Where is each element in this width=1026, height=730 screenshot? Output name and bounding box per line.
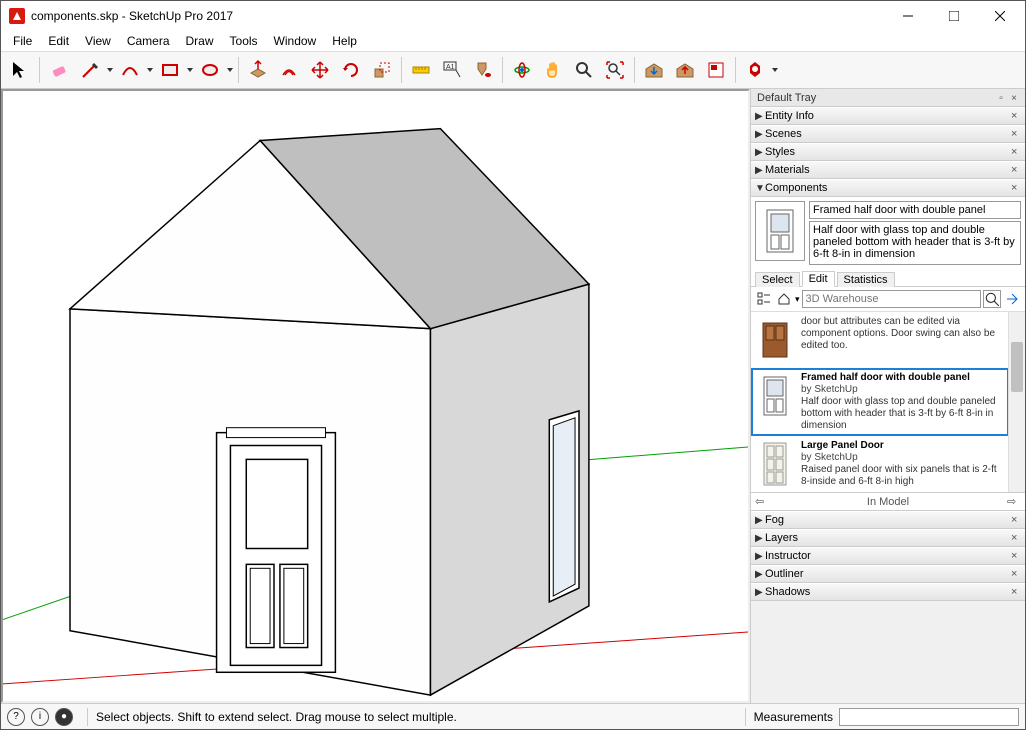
pan-tool[interactable]: [538, 55, 568, 85]
eraser-tool[interactable]: [44, 55, 74, 85]
panel-shadows[interactable]: ▶Shadows×: [751, 583, 1025, 601]
panel-instructor[interactable]: ▶Instructor×: [751, 547, 1025, 565]
scrollbar-thumb[interactable]: [1011, 342, 1023, 392]
extension-dropdown[interactable]: [771, 55, 779, 85]
components-panel-body: Half door with glass top and double pane…: [751, 197, 1025, 511]
titlebar: components.skp - SketchUp Pro 2017: [1, 1, 1025, 31]
extension-tool[interactable]: [740, 55, 770, 85]
rectangle-tool[interactable]: [155, 55, 185, 85]
pushpull-tool[interactable]: [243, 55, 273, 85]
default-tray: Default Tray ▫ × ▶Entity Info× ▶Scenes× …: [750, 89, 1025, 703]
warehouse-send-tool[interactable]: [670, 55, 700, 85]
statusbar: ? i ● Select objects. Shift to extend se…: [1, 703, 1025, 729]
panel-materials[interactable]: ▶Materials×: [751, 161, 1025, 179]
warehouse-get-tool[interactable]: [639, 55, 669, 85]
arc-dropdown[interactable]: [146, 55, 154, 85]
panel-layers[interactable]: ▶Layers×: [751, 529, 1025, 547]
tab-select[interactable]: Select: [755, 272, 800, 287]
list-item[interactable]: Large Panel Door by SketchUp Raised pane…: [751, 436, 1009, 492]
list-item-thumb: [755, 316, 795, 364]
pin-icon[interactable]: ▫: [996, 93, 1006, 103]
close-button[interactable]: [977, 1, 1023, 31]
panel-entity-info[interactable]: ▶Entity Info×: [751, 107, 1025, 125]
panel-outliner[interactable]: ▶Outliner×: [751, 565, 1025, 583]
components-toolbar: ▾: [751, 287, 1025, 312]
home-button[interactable]: [775, 290, 793, 308]
panel-components[interactable]: ▼Components×: [751, 179, 1025, 197]
tray-title[interactable]: Default Tray ▫ ×: [751, 89, 1025, 107]
components-tabs: Select Edit Statistics: [751, 269, 1025, 287]
rotate-tool[interactable]: [336, 55, 366, 85]
rect-dropdown[interactable]: [186, 55, 194, 85]
status-hint: Select objects. Shift to extend select. …: [96, 710, 737, 724]
info-icon[interactable]: i: [31, 708, 49, 726]
panel-styles[interactable]: ▶Styles×: [751, 143, 1025, 161]
layout-tool[interactable]: [701, 55, 731, 85]
move-tool[interactable]: [305, 55, 335, 85]
tape-tool[interactable]: [406, 55, 436, 85]
nav-fwd-icon[interactable]: ⇨: [1007, 495, 1021, 508]
window-title: components.skp - SketchUp Pro 2017: [31, 9, 233, 23]
menu-tools[interactable]: Tools: [222, 33, 266, 49]
tab-statistics[interactable]: Statistics: [837, 272, 895, 287]
menu-camera[interactable]: Camera: [119, 33, 178, 49]
list-item-thumb: [755, 372, 795, 420]
tray-title-label: Default Tray: [757, 92, 816, 104]
component-preview-thumb: [755, 201, 805, 261]
offset-tool[interactable]: [274, 55, 304, 85]
paint-tool[interactable]: [468, 55, 498, 85]
toolbar: A1: [1, 51, 1025, 89]
help-icon[interactable]: ?: [7, 708, 25, 726]
details-button[interactable]: [1003, 290, 1021, 308]
app-icon: [9, 8, 25, 24]
nav-back-icon[interactable]: ⇦: [755, 495, 769, 508]
menu-view[interactable]: View: [77, 33, 119, 49]
view-mode-button[interactable]: [755, 290, 773, 308]
user-icon[interactable]: ●: [55, 708, 73, 726]
maximize-button[interactable]: [931, 1, 977, 31]
nav-label: In Model: [769, 496, 1007, 508]
orbit-tool[interactable]: [507, 55, 537, 85]
circle-dropdown[interactable]: [226, 55, 234, 85]
circle-tool[interactable]: [195, 55, 225, 85]
search-input[interactable]: [802, 290, 981, 308]
model-scene: [3, 91, 748, 701]
select-tool[interactable]: [5, 55, 35, 85]
line-tool[interactable]: [75, 55, 105, 85]
menu-help[interactable]: Help: [324, 33, 365, 49]
components-list[interactable]: door but attributes can be edited via co…: [751, 312, 1025, 492]
tray-close-icon[interactable]: ×: [1009, 93, 1019, 103]
menu-draw[interactable]: Draw: [178, 33, 222, 49]
menu-edit[interactable]: Edit: [40, 33, 77, 49]
list-item-thumb: [755, 440, 795, 488]
list-item[interactable]: door but attributes can be edited via co…: [751, 312, 1009, 368]
scale-tool[interactable]: [367, 55, 397, 85]
panel-fog[interactable]: ▶Fog×: [751, 511, 1025, 529]
component-name-input[interactable]: [809, 201, 1021, 219]
zoom-extents-tool[interactable]: [600, 55, 630, 85]
menu-window[interactable]: Window: [266, 33, 325, 49]
3d-viewport[interactable]: [1, 89, 750, 703]
minimize-button[interactable]: [885, 1, 931, 31]
menubar: File Edit View Camera Draw Tools Window …: [1, 31, 1025, 51]
measurements-input[interactable]: [839, 708, 1019, 726]
svg-text:A1: A1: [446, 64, 455, 71]
menu-file[interactable]: File: [5, 33, 40, 49]
text-tool[interactable]: A1: [437, 55, 467, 85]
zoom-tool[interactable]: [569, 55, 599, 85]
component-desc-input[interactable]: Half door with glass top and double pane…: [809, 221, 1021, 265]
arc-tool[interactable]: [115, 55, 145, 85]
search-button[interactable]: [983, 290, 1001, 308]
list-item[interactable]: Framed half door with double panel by Sk…: [751, 368, 1009, 436]
tab-edit[interactable]: Edit: [802, 271, 835, 287]
measurements-label: Measurements: [754, 710, 833, 724]
components-nav: ⇦ In Model ⇨: [751, 492, 1025, 510]
line-dropdown[interactable]: [106, 55, 114, 85]
panel-scenes[interactable]: ▶Scenes×: [751, 125, 1025, 143]
